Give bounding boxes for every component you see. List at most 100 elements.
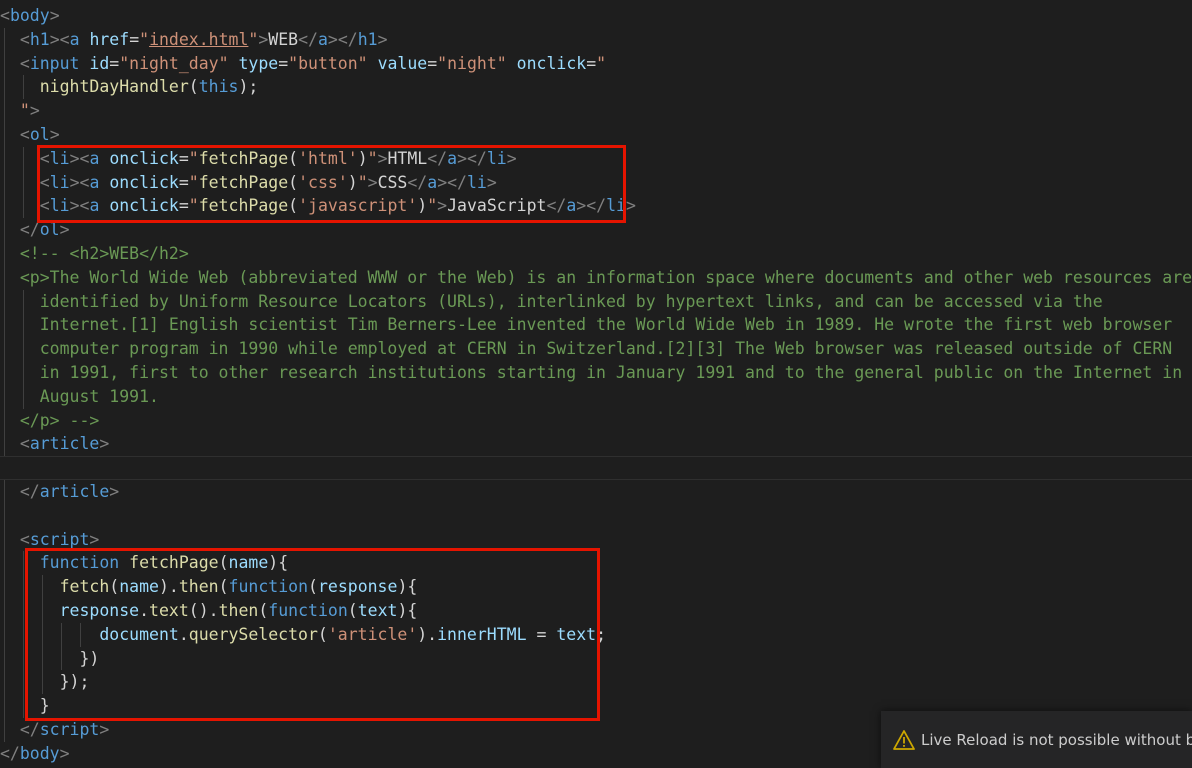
code-token: onclick [109, 172, 179, 192]
indent-guide [4, 384, 5, 409]
code-token: " [19, 101, 30, 121]
code-line[interactable]: <li><a onclick="fetchPage('html')">HTML<… [0, 146, 1192, 171]
code-token: > [437, 196, 448, 216]
code-line[interactable]: <body> [0, 4, 1192, 28]
code-token: text [149, 600, 189, 620]
code-line[interactable]: response.text().then(function(text){ [0, 598, 1192, 623]
code-line[interactable]: in 1991, first to other research institu… [0, 360, 1192, 385]
code-token: </ [0, 743, 20, 763]
code-token: name [228, 553, 269, 573]
code-line[interactable]: <li><a onclick="fetchPage('css')">CSS</a… [0, 170, 1192, 195]
code-token: " [188, 196, 199, 216]
code-token: fetch [59, 577, 110, 597]
code-editor[interactable]: <body> <h1><a href="index.html">WEB</a><… [0, 0, 1192, 768]
code-token: 'html' [298, 148, 358, 168]
code-line[interactable] [0, 503, 1192, 528]
live-reload-notification[interactable]: Live Reload is not possible without body… [881, 711, 1192, 768]
indent-guide [23, 170, 25, 195]
code-token: h1 [29, 29, 50, 49]
code-token: identified by Uniform Resource Locators … [39, 291, 1103, 311]
indent-guide [4, 598, 5, 623]
code-token: type [238, 53, 279, 73]
code-token: = [178, 196, 189, 216]
code-token: > [457, 148, 467, 168]
code-line[interactable]: identified by Uniform Resource Locators … [0, 289, 1192, 314]
code-token: < [19, 434, 30, 454]
code-lines[interactable]: <body> <h1><a href="index.html">WEB</a><… [0, 4, 1192, 766]
code-line[interactable] [0, 456, 1192, 480]
code-token: article [29, 434, 100, 454]
code-token: " [596, 53, 607, 73]
code-token: > [367, 172, 378, 192]
code-line[interactable]: fetch(name).then(function(response){ [0, 575, 1192, 599]
code-token: ol [39, 220, 60, 240]
code-line[interactable]: August 1991. [0, 384, 1192, 409]
code-line[interactable]: nightDayHandler(this); [0, 75, 1192, 100]
code-token: script [29, 529, 90, 549]
code-token: > [377, 29, 388, 49]
code-line[interactable]: }); [0, 670, 1192, 695]
indent-guide [4, 551, 5, 576]
code-line[interactable]: </ol> [0, 218, 1192, 242]
code-token: > [437, 172, 448, 192]
code-token: < [19, 124, 30, 144]
code-token: function [268, 600, 348, 620]
code-token: </ [298, 29, 318, 49]
code-token: < [19, 29, 30, 49]
code-token: </ [337, 29, 358, 49]
code-token: WEB [268, 29, 299, 49]
code-line[interactable]: document.querySelector('article').innerH… [0, 622, 1192, 647]
code-line[interactable]: <h1><a href="index.html">WEB</a></h1> [0, 27, 1192, 52]
code-token: ( [109, 577, 120, 597]
indent-guide [4, 479, 5, 504]
code-token: > [69, 172, 80, 192]
code-token: ( [308, 577, 318, 597]
code-token: text [357, 600, 398, 620]
code-token: < [39, 172, 50, 192]
code-line[interactable]: <p>The World Wide Web (abbreviated WWW o… [0, 265, 1192, 290]
code-token: this [198, 77, 239, 97]
code-line[interactable]: </p> --> [0, 408, 1192, 433]
code-token: " [357, 172, 368, 192]
code-token: (). [188, 600, 219, 620]
code-token: fetchPage [198, 172, 289, 192]
code-token: > [377, 148, 388, 168]
indent-guide [4, 27, 5, 52]
code-token: ). [158, 577, 179, 597]
code-line[interactable]: "> [0, 99, 1192, 123]
code-token: fetchPage [198, 196, 289, 216]
code-line[interactable]: Internet.[1] English scientist Tim Berne… [0, 313, 1192, 338]
code-token: a [317, 29, 328, 49]
code-line[interactable]: <ol> [0, 122, 1192, 147]
code-line[interactable]: }) [0, 646, 1192, 671]
code-line[interactable]: <article> [0, 432, 1192, 457]
indent-guide [4, 289, 5, 314]
code-line[interactable]: <script> [0, 527, 1192, 552]
code-line[interactable]: <li><a onclick="fetchPage('javascript')"… [0, 194, 1192, 219]
code-token: article [39, 481, 110, 501]
code-token: onclick [109, 196, 179, 216]
code-token: name [119, 577, 159, 597]
code-line[interactable]: function fetchPage(name){ [0, 551, 1192, 576]
code-token: > [69, 196, 80, 216]
code-token: </ [19, 481, 40, 501]
indent-guide [23, 694, 25, 718]
code-token: < [0, 6, 10, 25]
code-token: August 1991. [39, 386, 159, 406]
code-token: = [278, 53, 289, 73]
indent-guide [42, 622, 44, 647]
indent-guide [4, 170, 5, 195]
code-line[interactable]: </article> [0, 479, 1192, 504]
code-line[interactable]: <input id="night_day" type="button" valu… [0, 51, 1192, 76]
code-line[interactable]: computer program in 1990 while employed … [0, 337, 1192, 361]
code-line[interactable]: <!-- <h2>WEB</h2> [0, 241, 1192, 266]
code-token: </ [427, 148, 448, 168]
indent-guide [4, 646, 5, 671]
indent-guide [23, 551, 25, 576]
code-token: ; [596, 624, 607, 644]
